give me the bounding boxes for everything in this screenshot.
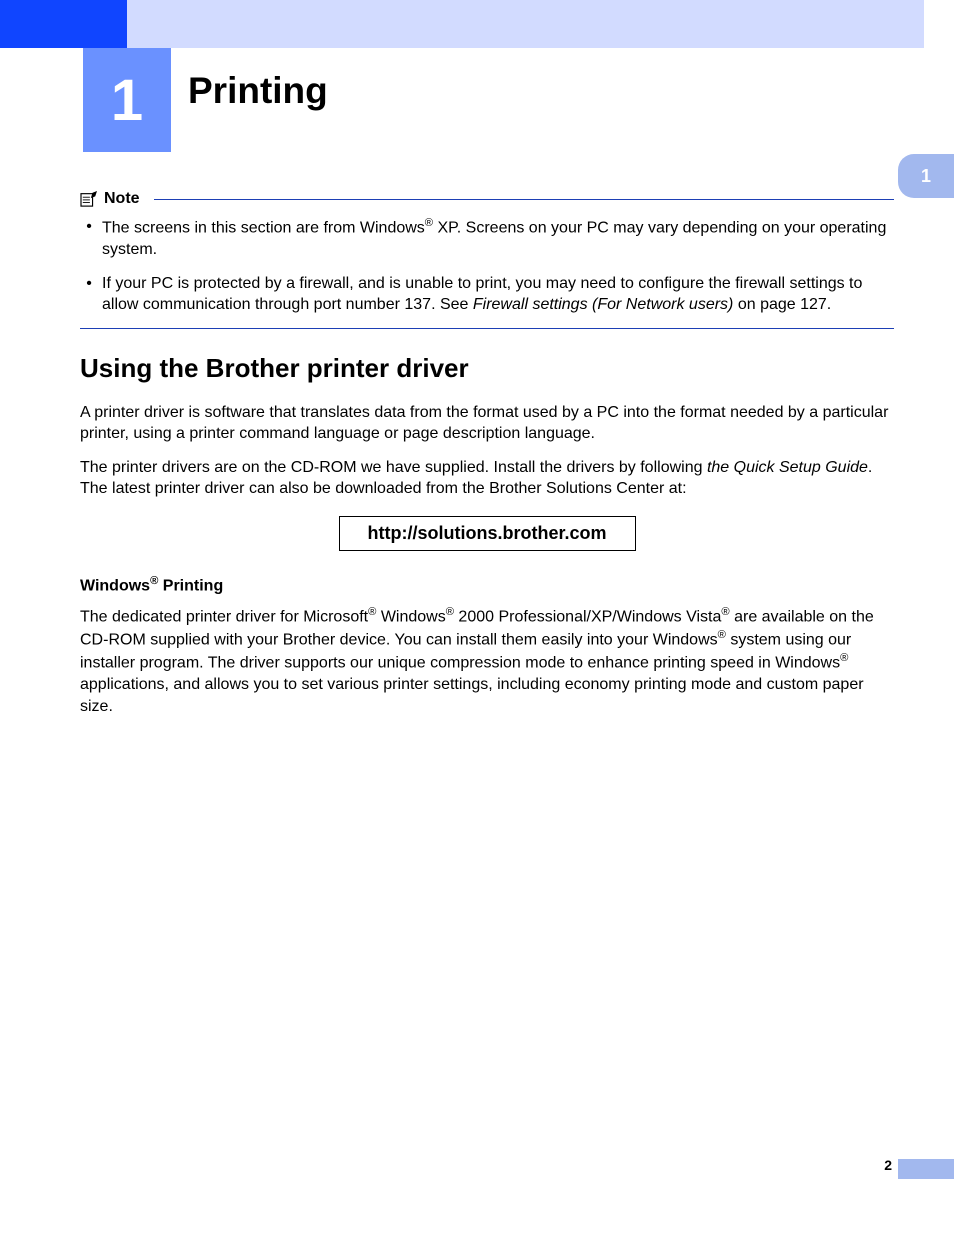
- italic-run: the Quick Setup Guide: [707, 459, 868, 476]
- note-label: Note: [104, 190, 140, 208]
- superscript: ®: [425, 217, 433, 229]
- note-bottom-rule: [80, 328, 894, 329]
- subheading: Windows® Printing: [80, 575, 894, 595]
- note-header: Note: [80, 190, 894, 208]
- text-run: The dedicated printer driver for Microso…: [80, 609, 368, 626]
- bullet-text: If your PC is protected by a firewall, a…: [102, 273, 894, 316]
- superscript: ®: [718, 629, 726, 641]
- side-tab: 1: [898, 154, 954, 198]
- bullet-dot: •: [84, 273, 94, 316]
- text-run: Windows: [376, 609, 445, 626]
- italic-run: Firewall settings (For Network users): [473, 296, 734, 313]
- note-body: • The screens in this section are from W…: [80, 216, 894, 316]
- superscript: ®: [721, 606, 729, 618]
- text-run: 2000 Professional/XP/Windows Vista: [454, 609, 721, 626]
- url-container: http://solutions.brother.com: [80, 512, 894, 569]
- url-text: http://solutions.brother.com: [368, 523, 607, 543]
- bullet-text: The screens in this section are from Win…: [102, 216, 894, 261]
- content-area: Note • The screens in this section are f…: [80, 190, 894, 729]
- text-run: applications, and allows you to set vari…: [80, 676, 864, 715]
- paragraph: The dedicated printer driver for Microso…: [80, 605, 894, 717]
- note-bullet: • The screens in this section are from W…: [84, 216, 894, 261]
- top-band: [127, 0, 924, 48]
- side-tab-label: 1: [921, 166, 931, 187]
- page-number: 2: [884, 1157, 892, 1173]
- note-top-rule: [154, 199, 894, 200]
- paragraph: The printer drivers are on the CD-ROM we…: [80, 457, 894, 500]
- top-accent-bar: [0, 0, 127, 48]
- bottom-accent: [898, 1159, 954, 1179]
- note-icon: [80, 191, 98, 207]
- superscript: ®: [446, 606, 454, 618]
- chapter-title: Printing: [188, 70, 328, 112]
- note-bullet: • If your PC is protected by a firewall,…: [84, 273, 894, 316]
- text-run: Printing: [158, 577, 223, 594]
- paragraph: A printer driver is software that transl…: [80, 402, 894, 445]
- text-run: on page 127.: [733, 296, 831, 313]
- text-run: Windows: [80, 577, 150, 594]
- document-page: 1 Printing 1 Note • The screens in this …: [0, 0, 954, 1235]
- url-box[interactable]: http://solutions.brother.com: [339, 516, 636, 551]
- chapter-number: 1: [111, 67, 143, 134]
- chapter-number-box: 1: [83, 48, 171, 152]
- bullet-dot: •: [84, 216, 94, 261]
- section-heading: Using the Brother printer driver: [80, 353, 894, 384]
- text-run: The screens in this section are from Win…: [102, 219, 425, 236]
- text-run: The printer drivers are on the CD-ROM we…: [80, 459, 707, 476]
- superscript: ®: [840, 652, 848, 664]
